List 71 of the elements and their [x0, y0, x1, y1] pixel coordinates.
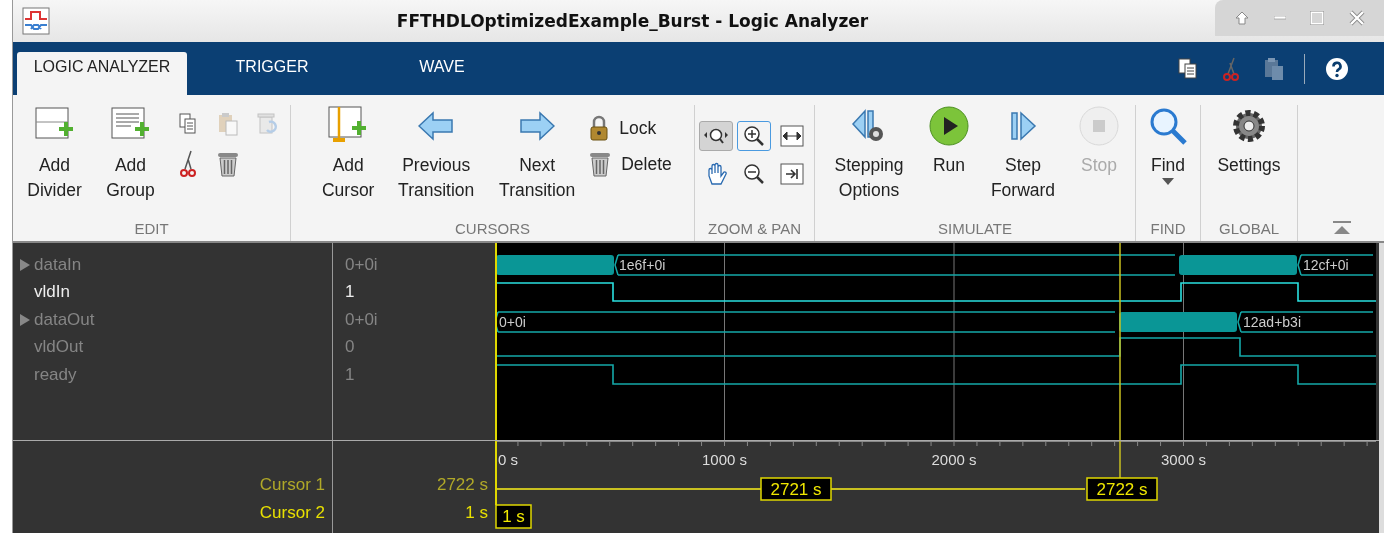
caret-icon [1162, 178, 1174, 186]
section-label: ZOOM & PAN [707, 219, 802, 239]
copy-icon [178, 113, 197, 135]
delta-label: 2721 s [760, 477, 832, 501]
restore-trash-icon [256, 112, 279, 136]
scissors-icon[interactable] [1222, 56, 1240, 81]
bus-value-label: 1e6f+0i [619, 257, 666, 273]
app-logo-icon [22, 7, 50, 35]
bus-value-label: 12cf+0i [1303, 257, 1349, 273]
zoom-xy-button[interactable] [698, 121, 733, 151]
run-button[interactable]: Run [921, 105, 977, 178]
step-forward-button[interactable]: Step Forward [981, 105, 1065, 203]
close-icon [1348, 10, 1365, 26]
section-label: FIND [1150, 219, 1186, 239]
tab[interactable]: TRIGGER [187, 52, 357, 95]
section-label: GLOBAL [1219, 219, 1279, 239]
settings-button[interactable]: Settings [1208, 105, 1290, 178]
signal-value: 0+0i [345, 309, 378, 330]
copy-icon[interactable] [1178, 57, 1198, 80]
zoom-in-icon [742, 125, 765, 147]
signal-value: 0 [345, 337, 355, 358]
tab[interactable]: WAVE [357, 52, 527, 95]
play-icon [929, 105, 969, 147]
zoom-out-icon [742, 163, 765, 185]
up-arrow-icon [1235, 11, 1250, 25]
signal-name[interactable]: vldIn [34, 282, 70, 303]
axis-tick-label: 2000 s [931, 451, 977, 468]
cursor-name[interactable]: Cursor 2 [259, 503, 325, 523]
scissors-icon [179, 150, 196, 178]
next-transition-button[interactable]: Next Transition [489, 105, 586, 203]
section-label: EDIT [134, 219, 169, 239]
minimize-icon [1273, 16, 1286, 20]
paste-icon [217, 112, 238, 136]
stop-icon [1079, 105, 1119, 147]
section-label: SIMULATE [938, 219, 1012, 239]
stepping-options-button[interactable]: Stepping Options [821, 105, 917, 203]
tab[interactable]: LOGIC ANALYZER [17, 52, 187, 95]
cursor-name[interactable]: Cursor 1 [259, 475, 325, 495]
cursor-label[interactable]: 1 s [495, 504, 532, 529]
minimize-button[interactable] [1271, 14, 1288, 22]
window-title: FFTHDLOptimizedExample_Burst - Logic Analyzer [395, 11, 870, 31]
add-divider-button[interactable]: Add Divider [16, 105, 93, 203]
collapse-icon[interactable] [1332, 221, 1351, 235]
expand-icon[interactable] [20, 258, 30, 271]
zoom-in-button[interactable] [736, 121, 771, 151]
cursor-position: 2722 s [436, 475, 488, 495]
axis-tick-label: 0 s [498, 451, 518, 468]
find-button[interactable]: Find [1140, 105, 1196, 186]
signal-value: 1 [345, 282, 355, 303]
add-cursor-button[interactable]: Add Cursor [313, 105, 384, 203]
cursor-label[interactable]: 2722 s [1086, 477, 1158, 501]
help-icon[interactable] [1325, 56, 1349, 81]
padlock-icon [589, 115, 610, 141]
axis-tick-label: 3000 s [1161, 451, 1206, 468]
add-group-button[interactable]: Add Group [96, 105, 165, 203]
previous-transition-button[interactable]: Previous Transition [387, 105, 486, 203]
bus-value-label: 0+0i [499, 314, 526, 330]
trash-icon [589, 151, 612, 177]
signal-value: 1 [345, 364, 355, 385]
expand-icon[interactable] [20, 313, 30, 326]
maximize-icon [1310, 11, 1325, 25]
paste-icon[interactable] [1264, 56, 1284, 81]
fit-width-icon [779, 125, 804, 147]
axis-tick-label: 1000 s [702, 451, 747, 468]
lock-button[interactable]: Lock [589, 115, 672, 141]
trash-icon [216, 151, 239, 177]
cursor-position: 1 s [465, 503, 488, 523]
signal-value: 0+0i [345, 254, 378, 275]
delete-button[interactable]: Delete [589, 151, 672, 177]
bus-value-label: 12ad+b3i [1243, 314, 1301, 330]
section-label: CURSORS [455, 219, 530, 239]
